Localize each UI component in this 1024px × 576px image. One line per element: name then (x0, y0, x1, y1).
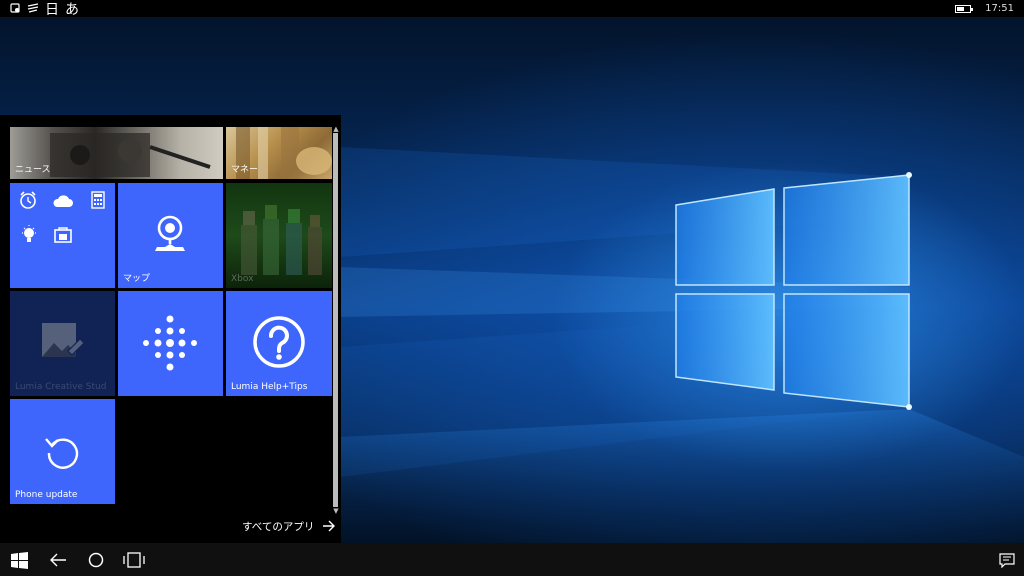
task-view-button[interactable] (123, 549, 145, 571)
arrow-right-icon (323, 520, 336, 532)
lightbulb-icon (22, 225, 36, 242)
tile-news-label: ニュース (15, 165, 51, 175)
tile-maps-label: マップ (123, 274, 151, 284)
cloud-icon (53, 195, 73, 207)
location-icon (10, 3, 20, 13)
tile-lumia-creative-studio[interactable]: Lumia Creative Stud (10, 291, 115, 396)
map-pin-icon (155, 215, 185, 251)
refresh-icon (45, 438, 79, 469)
start-button[interactable] (8, 549, 30, 571)
task-view-icon (123, 552, 145, 568)
fitness-dots-icon (143, 315, 197, 371)
search-button[interactable] (85, 549, 107, 571)
tile-lumia-help-tips[interactable]: Lumia Help+Tips (226, 291, 332, 396)
tile-news[interactable]: ニュース (10, 127, 223, 179)
tile-fitness-app[interactable] (118, 291, 223, 396)
all-apps-label: すべてのアプリ (242, 520, 315, 533)
tile-app-folder[interactable] (10, 183, 115, 288)
calculator-icon (91, 191, 105, 209)
tile-money-label: マネー (231, 165, 259, 175)
back-button[interactable] (47, 549, 69, 571)
store-icon (54, 227, 72, 243)
input-mode-day[interactable]: 日 (45, 0, 59, 19)
tile-money[interactable]: マネー (226, 127, 332, 179)
search-circle-icon (88, 552, 104, 568)
action-center-icon (999, 552, 1015, 568)
photo-edit-icon (42, 323, 84, 357)
tile-xbox[interactable]: Xbox (226, 183, 332, 288)
screen: 日 あ 17:51 ニュース マネー マップ Xbox Lumia Creati… (0, 0, 1024, 576)
battery-level (957, 6, 964, 11)
wifi-icon (27, 3, 39, 13)
tile-xbox-label: Xbox (231, 274, 254, 284)
xbox-avatars-image (241, 205, 322, 275)
clock: 17:51 (985, 3, 1014, 14)
windows-logo-icon (10, 551, 28, 569)
tile-phone-update[interactable]: Phone update (10, 399, 115, 504)
input-mode-kana[interactable]: あ (65, 0, 79, 19)
scroll-up-arrow-icon[interactable]: ▲ (332, 125, 340, 133)
battery-icon (955, 4, 974, 13)
start-menu: ニュース マネー マップ Xbox Lumia Creative Stud Lu… (0, 115, 341, 543)
all-apps-button[interactable]: すべてのアプリ (242, 517, 336, 535)
alarm-clock-icon (20, 191, 36, 209)
tile-phone-update-label: Phone update (15, 490, 78, 500)
tile-lumia-help-tips-label: Lumia Help+Tips (231, 382, 308, 392)
scroll-down-arrow-icon[interactable]: ▼ (332, 507, 340, 515)
help-question-icon (253, 316, 305, 368)
scroll-thumb[interactable] (333, 133, 338, 507)
action-center-button[interactable] (996, 549, 1018, 571)
status-bar: 日 あ 17:51 (0, 0, 1024, 19)
tile-lumia-creative-studio-label: Lumia Creative Stud (15, 382, 107, 392)
taskbar (0, 543, 1024, 576)
back-arrow-icon (50, 553, 66, 567)
start-scrollbar[interactable]: ▲ ▼ (332, 125, 341, 515)
tile-maps[interactable]: マップ (118, 183, 223, 288)
